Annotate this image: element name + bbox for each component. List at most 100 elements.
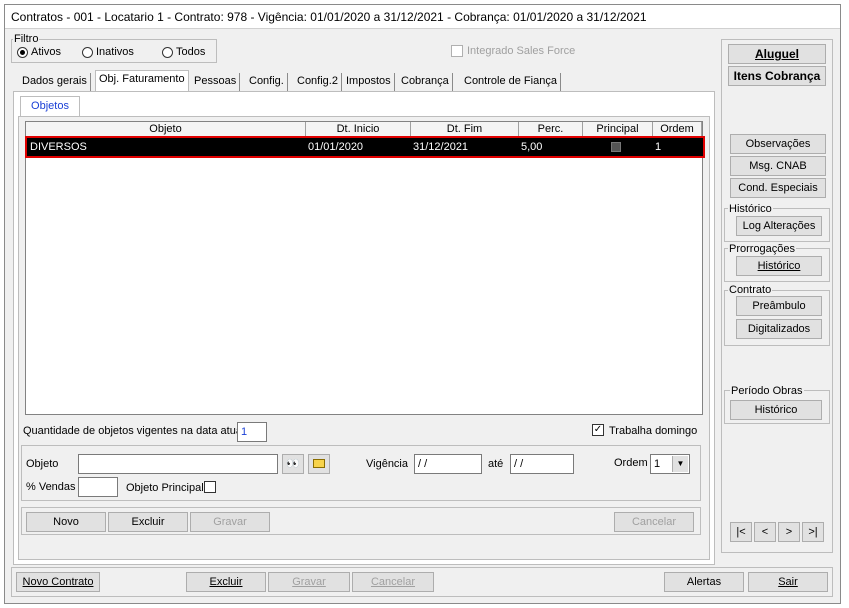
trabalha-domingo-label: Trabalha domingo	[609, 425, 698, 437]
ate-label: até	[488, 458, 504, 470]
log-alteracoes-button[interactable]: Log Alterações	[736, 216, 822, 236]
search-button[interactable]: 👀	[282, 454, 304, 474]
bottom-excluir-button[interactable]: Excluir	[186, 572, 266, 592]
binoculars-icon: 👀	[286, 458, 300, 470]
col-principal[interactable]: Principal	[583, 122, 653, 137]
col-perc[interactable]: Perc.	[519, 122, 583, 137]
novo-contrato-button[interactable]: Novo Contrato	[16, 572, 100, 592]
chevron-down-icon[interactable]: ▼	[672, 456, 688, 472]
quantidade-label: Quantidade de objetos vigentes na data a…	[23, 425, 245, 437]
vigencia-label: Vigência	[366, 458, 408, 470]
radio-todos-dot[interactable]	[162, 46, 173, 58]
excluir-button[interactable]: Excluir	[108, 512, 188, 532]
radio-ativos-dot[interactable]	[17, 46, 28, 58]
nav-next-button[interactable]: >	[778, 522, 800, 542]
vigencia-to-input[interactable]: / /	[510, 454, 574, 474]
table-row[interactable]: DIVERSOS 01/01/2020 31/12/2021 5,00 1	[25, 136, 705, 158]
tab-panel: Objetos Objeto Dt. Inicio Dt. Fim Perc. …	[13, 91, 715, 565]
side-panel: Aluguel Itens Cobrança Observações Msg. …	[721, 39, 833, 553]
novo-button[interactable]: Novo	[26, 512, 106, 532]
aluguel-label: Aluguel	[755, 47, 799, 61]
nav-prev-button[interactable]: <	[754, 522, 776, 542]
tab-impostos[interactable]: Impostos	[343, 73, 395, 91]
subtab-objetos[interactable]: Objetos	[20, 96, 80, 116]
nav-group: |< < > >|	[730, 522, 830, 544]
itens-cobranca-button[interactable]: Itens Cobrança	[728, 66, 826, 86]
cell-ordem: 1	[655, 141, 662, 153]
sair-label: Sair	[778, 576, 798, 588]
vigencia-from-input[interactable]: / /	[414, 454, 482, 474]
tab-dados-gerais[interactable]: Dados gerais	[19, 73, 91, 91]
alertas-button[interactable]: Alertas	[664, 572, 744, 592]
vendas-input[interactable]	[78, 477, 118, 497]
tab-config[interactable]: Config.	[246, 73, 288, 91]
col-dt-fim[interactable]: Dt. Fim	[411, 122, 519, 137]
aluguel-button[interactable]: Aluguel	[728, 44, 826, 64]
observacoes-button[interactable]: Observações	[730, 134, 826, 154]
open-button[interactable]	[308, 454, 330, 474]
objeto-principal-checkbox[interactable]	[204, 481, 216, 493]
bottom-bar: Novo Contrato Excluir Gravar Cancelar Al…	[11, 567, 833, 597]
nav-last-button[interactable]: >|	[802, 522, 824, 542]
inner-buttons-group: Novo Excluir Gravar Cancelar	[21, 507, 701, 535]
integrado-checkbox[interactable]	[451, 45, 463, 57]
prorrogacoes-legend: Prorrogações	[728, 243, 797, 255]
objetos-panel: Objeto Dt. Inicio Dt. Fim Perc. Principa…	[18, 116, 710, 560]
radio-todos-label: Todos	[176, 46, 206, 58]
objeto-principal-label: Objeto Principal	[126, 482, 204, 494]
radio-ativos-label: Ativos	[31, 46, 61, 58]
contrato-legend: Contrato	[728, 284, 773, 296]
cancelar-button[interactable]: Cancelar	[614, 512, 694, 532]
objeto-input[interactable]	[78, 454, 278, 474]
bottom-gravar-button[interactable]: Gravar	[268, 572, 350, 592]
tab-pessoas[interactable]: Pessoas	[191, 73, 241, 91]
ordem-label: Ordem	[614, 457, 648, 469]
cell-dt-inicio: 01/01/2020	[308, 141, 364, 153]
bottom-cancelar-button[interactable]: Cancelar	[352, 572, 434, 592]
historico-legend: Histórico	[728, 203, 773, 215]
window-title: Contratos - 001 - Locatario 1 - Contrato…	[5, 5, 840, 29]
cell-principal-checkbox[interactable]	[611, 142, 621, 152]
gravar-button[interactable]: Gravar	[190, 512, 270, 532]
folder-icon	[313, 459, 325, 468]
col-objeto[interactable]: Objeto	[26, 122, 306, 137]
objetos-grid[interactable]: Objeto Dt. Inicio Dt. Fim Perc. Principa…	[25, 121, 705, 415]
vendas-label: % Vendas	[26, 481, 76, 493]
radio-inativos-dot[interactable]	[82, 46, 93, 58]
objeto-label: Objeto	[26, 458, 59, 470]
trabalha-domingo-checkbox[interactable]: ✓	[592, 424, 604, 436]
cell-perc: 5,00	[521, 141, 543, 153]
tab-obj-faturamento[interactable]: Obj. Faturamento	[95, 70, 189, 91]
ordem-select[interactable]: 1 ▼	[650, 454, 690, 474]
log-alteracoes-label: Log Alterações	[742, 220, 816, 232]
col-dt-inicio[interactable]: Dt. Inicio	[306, 122, 411, 137]
cell-objeto: DIVERSOS	[30, 141, 87, 153]
cond-especiais-button[interactable]: Cond. Especiais	[730, 178, 826, 198]
quantidade-input[interactable]: 1	[237, 422, 267, 442]
contratos-window: Contratos - 001 - Locatario 1 - Contrato…	[4, 4, 841, 604]
row-selection: DIVERSOS 01/01/2020 31/12/2021 5,00 1	[28, 139, 702, 155]
nav-first-button[interactable]: |<	[730, 522, 752, 542]
bottom-excluir-label: Excluir	[209, 576, 243, 588]
radio-inativos-label: Inativos	[96, 46, 134, 58]
bottom-gravar-label: Gravar	[292, 576, 326, 588]
radio-ativos[interactable]: Ativos	[17, 46, 61, 58]
tab-cobranca[interactable]: Cobrança	[398, 73, 453, 91]
digitalizados-button[interactable]: Digitalizados	[736, 319, 822, 339]
tab-controle-fianca[interactable]: Controle de Fiança	[461, 73, 561, 91]
periodo-historico-button[interactable]: Histórico	[730, 400, 822, 420]
bottom-cancelar-label: Cancelar	[370, 576, 416, 588]
filter-legend: Filtro	[13, 33, 40, 45]
col-ordem[interactable]: Ordem	[653, 122, 702, 137]
tab-config2[interactable]: Config.2	[294, 73, 342, 91]
preambulo-button[interactable]: Preâmbulo	[736, 296, 822, 316]
prorrogacoes-historico-button[interactable]: Histórico	[736, 256, 822, 276]
msg-cnab-button[interactable]: Msg. CNAB	[730, 156, 826, 176]
integrado-label: Integrado Sales Force	[467, 45, 576, 57]
radio-todos[interactable]: Todos	[162, 46, 205, 58]
radio-inativos[interactable]: Inativos	[82, 46, 134, 58]
sair-button[interactable]: Sair	[748, 572, 828, 592]
novo-contrato-label: Novo Contrato	[22, 576, 94, 588]
cell-dt-fim: 31/12/2021	[413, 141, 469, 153]
prorrogacoes-historico-label: Histórico	[757, 260, 801, 272]
